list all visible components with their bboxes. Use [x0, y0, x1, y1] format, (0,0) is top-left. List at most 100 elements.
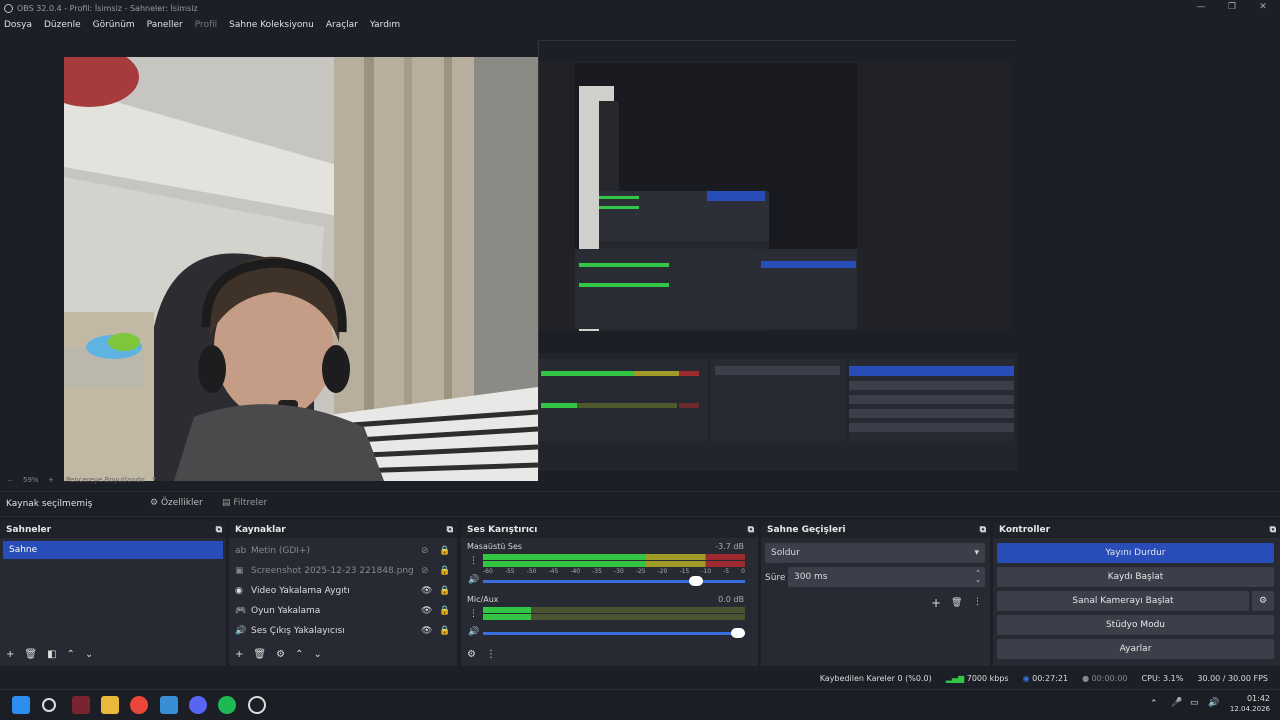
menu-view[interactable]: Görünüm [93, 20, 135, 30]
lock-icon[interactable]: 🔒 [439, 586, 457, 596]
search-icon[interactable] [42, 698, 56, 712]
stepper-icon[interactable]: ⌃ ⌄ [975, 570, 981, 584]
menu-help[interactable]: Yardım [370, 20, 400, 30]
add-scene-button[interactable]: + [6, 649, 14, 660]
lock-icon[interactable]: 🔒 [439, 606, 457, 616]
maximize-button[interactable]: ❐ [1217, 0, 1247, 16]
source-item[interactable]: ▣ Screenshot 2025-12-23 221848.png ⊘ 🔒 [229, 561, 457, 581]
source-item[interactable]: ab Metin (GDI+) ⊘ 🔒 [229, 541, 457, 561]
close-button[interactable]: ✕ [1248, 0, 1278, 16]
stop-stream-button[interactable]: Yayını Durdur [997, 543, 1274, 563]
source-item[interactable]: 🔊 Ses Çıkış Yakalayıcısı 👁 🔒 [229, 621, 457, 641]
tray-chevron-icon[interactable]: ⌃ [1150, 699, 1158, 709]
zoom-out-button[interactable]: – [8, 476, 12, 484]
zoom-in-button[interactable]: + [48, 476, 54, 484]
transition-select[interactable]: Soldur ▾ [765, 543, 985, 563]
source-item[interactable]: 🎮 Oyun Yakalama 👁 🔒 [229, 601, 457, 621]
lock-icon[interactable]: 🔒 [439, 546, 457, 556]
virtual-camera-settings-button[interactable]: ⚙ [1252, 591, 1274, 611]
channel-menu-icon[interactable]: ⋮ [469, 609, 478, 619]
discord-icon[interactable] [189, 696, 207, 714]
microphone-icon[interactable]: 🎤 [1171, 698, 1182, 708]
fit-to-window-select[interactable]: Pencereye Boyutlandır [66, 476, 145, 484]
start-virtual-camera-button[interactable]: Sanal Kamerayı Başlat [997, 591, 1249, 611]
windows-start-icon[interactable] [12, 696, 30, 714]
cpu-usage: CPU: 3.1% [1141, 673, 1184, 683]
lock-icon[interactable]: 🔒 [439, 566, 457, 576]
eye-icon[interactable]: 👁 [421, 606, 439, 616]
eye-icon[interactable]: 👁 [421, 626, 439, 636]
record-time: ● 00:00:00 [1082, 674, 1127, 683]
filters-button[interactable]: ▤ Filtreler [222, 498, 267, 508]
undock-icon[interactable]: ⧉ [216, 525, 222, 535]
chrome-icon[interactable] [130, 696, 148, 714]
add-source-button[interactable]: + [235, 649, 243, 660]
menu-edit[interactable]: Düzenle [44, 20, 81, 30]
undock-icon[interactable]: ⧉ [1270, 525, 1276, 535]
remove-scene-button[interactable]: 🗑 [24, 649, 37, 660]
sources-title: Kaynaklar [235, 524, 286, 535]
chevron-down-icon: ▾ [152, 475, 156, 483]
obs-icon[interactable] [248, 696, 266, 714]
menu-scene-collection[interactable]: Sahne Koleksiyonu [229, 20, 314, 30]
undock-icon[interactable]: ⧉ [980, 525, 986, 535]
speaker-icon: 🔊 [235, 626, 247, 636]
start-recording-button[interactable]: Kaydı Başlat [997, 567, 1274, 587]
lock-icon[interactable]: 🔒 [439, 626, 457, 636]
move-up-button[interactable]: ⌃ [67, 649, 75, 660]
audio-meter-1 [483, 554, 745, 560]
app-icon[interactable] [160, 696, 178, 714]
filter-icon: ▤ [222, 498, 231, 508]
volume-icon[interactable]: 🔊 [1208, 698, 1219, 708]
eye-icon[interactable]: 👁 [421, 586, 439, 596]
zoom-row: – 59% + Pencereye Boyutlandır ▾ [0, 475, 300, 487]
text-icon: ab [235, 546, 247, 556]
clock-date[interactable]: 12.04.2026 [1222, 705, 1270, 713]
mixer-dock-header: Ses Karıştırıcı ⧉ [461, 521, 758, 538]
volume-slider-handle[interactable] [689, 576, 703, 586]
move-up-button[interactable]: ⌃ [295, 649, 303, 660]
volume-slider[interactable] [483, 580, 745, 583]
move-down-button[interactable]: ⌄ [313, 649, 321, 660]
display-icon[interactable]: ▭ [1190, 698, 1199, 708]
scene-item[interactable]: Sahne [3, 541, 223, 559]
studio-mode-button[interactable]: Stüdyo Modu [997, 615, 1274, 635]
mixer-menu-icon[interactable]: ⋮ [486, 649, 496, 660]
spotify-icon[interactable] [218, 696, 236, 714]
volume-icon[interactable]: 🔊 [468, 575, 479, 585]
visibility-hidden-icon[interactable]: ⊘ [421, 546, 439, 556]
volume-slider-handle[interactable] [731, 628, 745, 638]
source-label: Screenshot 2025-12-23 221848.png [251, 566, 414, 576]
menu-tools[interactable]: Araçlar [326, 20, 358, 30]
window-title: OBS 32.0.4 - Profil: İsimsiz - Sahneler:… [17, 3, 198, 13]
volume-icon[interactable]: 🔊 [468, 627, 479, 637]
source-toolbar: Kaynak seçilmemiş ⚙ Özellikler ▤ Filtrel… [0, 491, 1280, 517]
advanced-audio-icon[interactable]: ⚙ [467, 649, 476, 660]
volume-slider[interactable] [483, 632, 745, 635]
scene-filters-button[interactable]: ◧ [47, 649, 56, 660]
app-icon[interactable] [72, 696, 90, 714]
channel-menu-icon[interactable]: ⋮ [469, 556, 478, 566]
minimize-button[interactable]: — [1186, 0, 1216, 16]
add-transition-button[interactable]: + [931, 596, 941, 610]
remove-transition-button[interactable]: 🗑 [951, 598, 962, 608]
move-down-button[interactable]: ⌄ [85, 649, 93, 660]
settings-button[interactable]: Ayarlar [997, 639, 1274, 659]
properties-button[interactable]: ⚙ Özellikler [150, 498, 203, 508]
source-properties-button[interactable]: ⚙ [276, 649, 285, 660]
duration-spinbox[interactable]: 300 ms ⌃ ⌄ [788, 567, 985, 587]
transition-menu-icon[interactable]: ⋮ [973, 597, 982, 607]
undock-icon[interactable]: ⧉ [447, 525, 453, 535]
visibility-hidden-icon[interactable]: ⊘ [421, 566, 439, 576]
audio-meter-level [483, 607, 531, 613]
undock-icon[interactable]: ⧉ [748, 525, 754, 535]
stream-time-value: 00:27:21 [1032, 673, 1069, 683]
file-explorer-icon[interactable] [101, 696, 119, 714]
menu-file[interactable]: Dosya [4, 20, 32, 30]
menu-docks[interactable]: Paneller [147, 20, 183, 30]
menu-profile[interactable]: Profil [195, 20, 217, 30]
remove-source-button[interactable]: 🗑 [253, 649, 266, 660]
source-item[interactable]: ◉ Video Yakalama Aygıtı 👁 🔒 [229, 581, 457, 601]
source-label: Oyun Yakalama [251, 606, 321, 616]
clock-time[interactable]: 01:42 [1226, 694, 1270, 703]
